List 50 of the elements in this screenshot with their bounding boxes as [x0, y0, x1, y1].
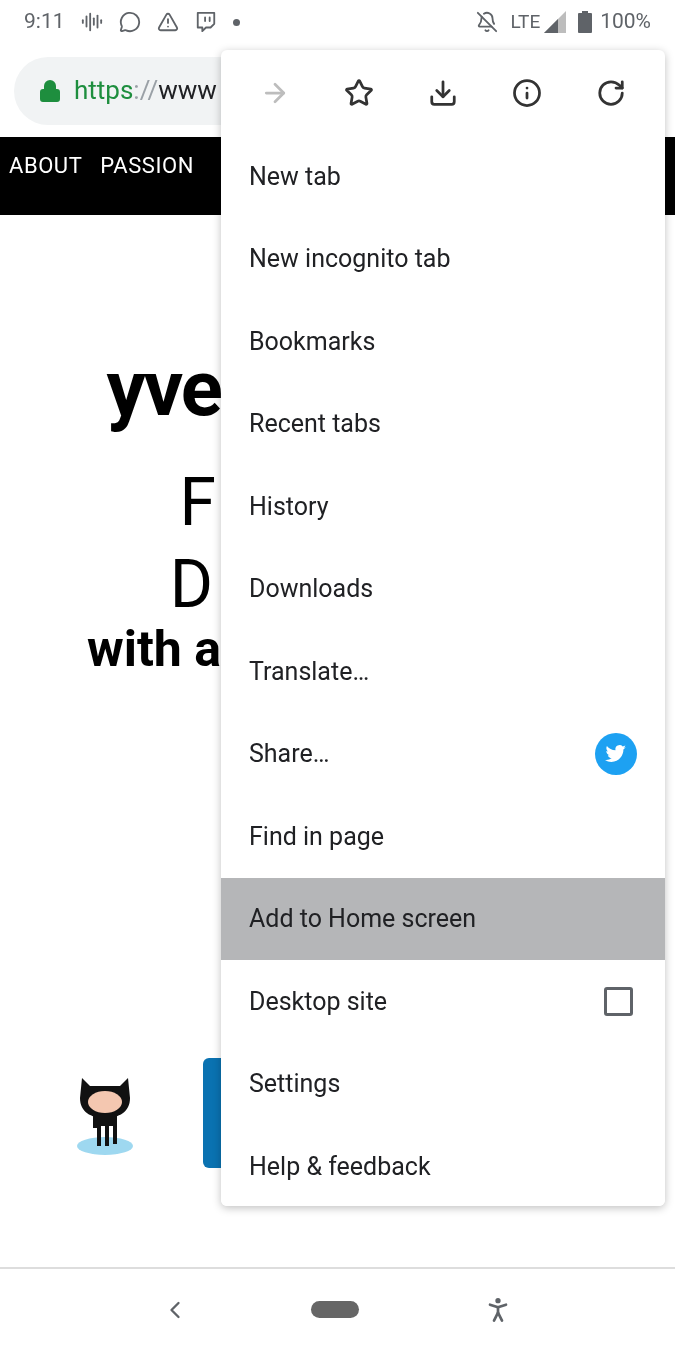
- podcast-icon: [80, 11, 103, 33]
- network-label: LTE: [510, 8, 541, 35]
- hero-text: D: [169, 552, 214, 618]
- menu-item-label: Find in page: [249, 820, 385, 853]
- menu-item[interactable]: Add to Home screen: [221, 877, 665, 960]
- hero-text: F: [179, 470, 217, 536]
- info-icon[interactable]: [512, 77, 542, 108]
- menu-item-label: Settings: [249, 1068, 341, 1100]
- menu-item-label: Bookmarks: [249, 325, 376, 358]
- menu-item-label: Downloads: [249, 573, 374, 605]
- menu-item[interactable]: New tab: [221, 135, 665, 218]
- menu-item[interactable]: Share…: [221, 712, 665, 795]
- menu-item-label: Recent tabs: [249, 408, 381, 440]
- menu-item-label: Desktop site: [249, 985, 388, 1018]
- reload-icon[interactable]: [596, 77, 626, 108]
- bird-icon: [595, 732, 637, 775]
- menu-item-label: Add to Home screen: [249, 903, 477, 935]
- chat-icon: [118, 11, 141, 33]
- menu-item[interactable]: New incognito tab: [221, 217, 665, 300]
- home-button[interactable]: [311, 1301, 360, 1318]
- battery-icon: [578, 11, 593, 33]
- menu-item[interactable]: Downloads: [221, 547, 665, 630]
- star-icon[interactable]: [344, 77, 374, 108]
- menu-item-label: New tab: [249, 160, 341, 193]
- signal-icon: [544, 11, 567, 33]
- menu-item[interactable]: Settings: [221, 1042, 665, 1125]
- menu-item-label: Help & feedback: [249, 1150, 431, 1183]
- stream-icon: [194, 11, 217, 33]
- url-text: https://www: [74, 74, 217, 107]
- lock-icon: [38, 78, 62, 103]
- menu-item-label: History: [249, 490, 329, 523]
- checkbox[interactable]: [604, 986, 633, 1016]
- menu-item[interactable]: History: [221, 465, 665, 548]
- menu-item[interactable]: Bookmarks: [221, 300, 665, 383]
- menu-item-label: New incognito tab: [249, 243, 451, 275]
- menu-item[interactable]: Recent tabs: [221, 382, 665, 465]
- site-nav-link[interactable]: PASSION: [100, 149, 194, 182]
- menu-item[interactable]: Translate…: [221, 630, 665, 713]
- bell-off-icon: [476, 11, 499, 33]
- hero-text: with a: [86, 624, 221, 674]
- menu-item-label: Translate…: [249, 655, 370, 688]
- warning-icon: [156, 11, 179, 33]
- site-nav-link[interactable]: ABOUT: [9, 149, 83, 182]
- menu-item[interactable]: Desktop site: [221, 960, 665, 1043]
- battery-level: 100%: [600, 8, 651, 36]
- menu-item-label: Share…: [249, 738, 330, 770]
- clock: 9:11: [24, 8, 65, 36]
- menu-item[interactable]: Help & feedback: [221, 1125, 665, 1206]
- logo-icon: [203, 1058, 221, 1168]
- menu-item[interactable]: Find in page: [221, 795, 665, 878]
